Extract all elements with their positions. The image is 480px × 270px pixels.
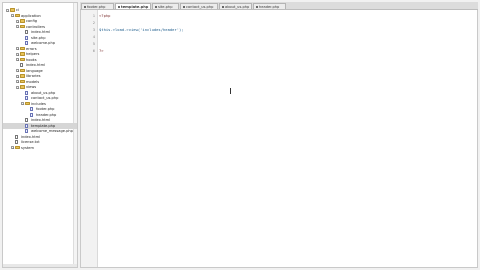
line-number-gutter: 1 2 3 4 5 6	[81, 10, 98, 267]
code-line[interactable]: <?php	[99, 13, 110, 19]
folder-icon	[20, 79, 25, 84]
folder-icon	[25, 101, 30, 106]
tree-item-system[interactable]: + system	[3, 145, 77, 151]
tree-item-label: system	[21, 145, 34, 150]
expand-toggle-icon[interactable]: +	[11, 146, 15, 150]
expand-toggle-icon[interactable]: +	[16, 74, 20, 78]
file-tab-icon	[255, 6, 258, 8]
tab-about-us-php[interactable]: about_us.php	[219, 3, 252, 9]
php-file-icon	[25, 41, 29, 45]
expand-toggle-icon[interactable]: +	[16, 19, 20, 23]
tab-template-php[interactable]: template.php	[115, 3, 151, 9]
file-icon	[15, 140, 19, 144]
sidebar-horizontal-scrollbar[interactable]	[3, 264, 77, 267]
file-tab-icon	[83, 6, 86, 8]
folder-icon	[20, 19, 25, 23]
expand-toggle-icon[interactable]: +	[16, 80, 20, 84]
php-file-icon	[25, 123, 29, 128]
editor-tab-bar: footer.php template.php site.php contact_us…	[80, 2, 478, 10]
line-number: 1	[92, 13, 95, 18]
tab-label: template.php	[121, 5, 149, 9]
project-file-tree[interactable]: − ci − application + config − controllers index.…	[2, 2, 78, 268]
tab-label: footer.php	[87, 5, 106, 9]
file-tab-icon	[117, 6, 120, 8]
line-number: 3	[92, 27, 95, 32]
tab-contact-us-php[interactable]: contact_us.php	[180, 3, 218, 9]
file-tab-icon	[154, 6, 157, 8]
line-number: 6	[92, 48, 95, 53]
folder-icon	[20, 68, 25, 73]
tab-label: contact_us.php	[186, 5, 214, 9]
code-editor[interactable]: 1 2 3 4 5 6 <?php $this->load->view('includes/…	[80, 10, 478, 268]
expand-toggle-icon[interactable]: +	[16, 47, 20, 51]
line-number: 2	[92, 20, 95, 25]
folder-icon	[20, 85, 25, 89]
tab-label: site.php	[158, 5, 173, 9]
folder-icon	[20, 24, 25, 29]
collapse-toggle-icon[interactable]: −	[21, 102, 25, 106]
code-line[interactable]: $this->load->view('includes/header');	[99, 27, 184, 33]
tab-header-php[interactable]: header.php	[253, 3, 286, 9]
php-file-icon	[25, 35, 29, 40]
file-icon	[20, 63, 24, 67]
collapse-toggle-icon[interactable]: −	[6, 8, 10, 12]
text-cursor-ibeam	[230, 88, 232, 94]
expand-toggle-icon[interactable]: +	[16, 52, 20, 56]
tab-label: about_us.php	[225, 5, 250, 9]
tab-footer-php[interactable]: footer.php	[81, 3, 114, 9]
folder-icon	[20, 52, 25, 56]
php-file-icon	[30, 107, 34, 111]
code-line[interactable]: ?>	[99, 48, 104, 54]
file-icon	[25, 118, 29, 122]
collapse-toggle-icon[interactable]: −	[16, 85, 20, 89]
php-file-icon	[25, 129, 29, 133]
expand-toggle-icon[interactable]: +	[16, 69, 20, 73]
php-file-icon	[30, 112, 34, 117]
folder-icon	[20, 74, 25, 78]
tab-label: header.php	[259, 5, 280, 9]
collapse-toggle-icon[interactable]: −	[11, 14, 15, 18]
file-icon	[25, 30, 29, 34]
folder-icon	[20, 46, 25, 51]
file-tab-icon	[182, 6, 185, 8]
folder-icon	[10, 8, 15, 12]
tab-site-php[interactable]: site.php	[152, 3, 179, 9]
line-number: 4	[92, 34, 95, 39]
expand-toggle-icon[interactable]: +	[16, 58, 20, 62]
line-number: 5	[92, 41, 95, 46]
file-tab-icon	[221, 6, 224, 8]
file-icon	[15, 134, 19, 139]
folder-icon	[15, 13, 20, 18]
folder-icon	[15, 145, 20, 150]
collapse-toggle-icon[interactable]: −	[16, 25, 20, 29]
folder-icon	[20, 57, 25, 62]
php-file-icon	[25, 96, 29, 100]
ide-window: − ci − application + config − controllers index.…	[0, 0, 480, 270]
php-file-icon	[25, 90, 29, 95]
